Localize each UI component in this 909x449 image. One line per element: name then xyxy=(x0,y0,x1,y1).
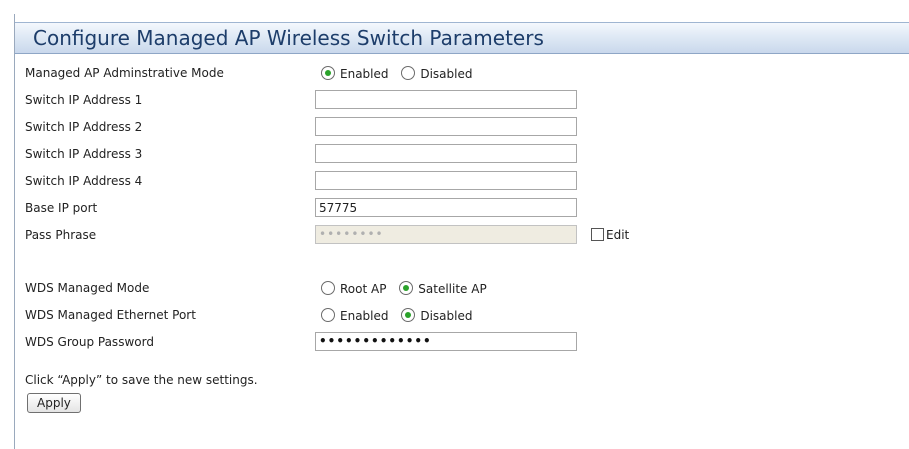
switch-ip-2-row: Switch IP Address 2 xyxy=(15,115,909,139)
switch-ip-3-input[interactable] xyxy=(315,144,577,163)
wds-group-password-label: WDS Group Password xyxy=(25,335,154,349)
wds-root-ap-radio[interactable] xyxy=(321,280,335,295)
base-ip-port-row: Base IP port xyxy=(15,196,909,220)
wds-ethernet-enabled-radio[interactable] xyxy=(321,307,335,322)
wds-group-password-input[interactable]: ••••••••••••• xyxy=(315,332,577,351)
page-header: Configure Managed AP Wireless Switch Par… xyxy=(15,22,909,54)
switch-ip-1-row: Switch IP Address 1 xyxy=(15,88,909,112)
switch-ip-4-row: Switch IP Address 4 xyxy=(15,169,909,193)
edit-checkbox[interactable] xyxy=(591,228,604,241)
wds-ethernet-disabled-radio[interactable] xyxy=(401,307,416,322)
admin-mode-disabled-radio[interactable] xyxy=(401,65,416,80)
wds-managed-mode-row: WDS Managed Mode Root AP Satellite AP xyxy=(15,276,909,300)
admin-mode-row: Managed AP Adminstrative Mode Enabled Di… xyxy=(15,61,909,85)
admin-mode-label: Managed AP Adminstrative Mode xyxy=(25,66,224,80)
pass-phrase-input[interactable]: •••••••• xyxy=(315,225,577,244)
wds-managed-mode-label: WDS Managed Mode xyxy=(25,281,150,295)
wds-ethernet-disabled-label[interactable]: Disabled xyxy=(420,304,472,328)
apply-button[interactable]: Apply xyxy=(27,393,81,413)
base-ip-port-input[interactable] xyxy=(315,198,577,217)
wds-ethernet-port-label: WDS Managed Ethernet Port xyxy=(25,308,196,322)
pass-phrase-label: Pass Phrase xyxy=(25,228,97,242)
pass-phrase-row: Pass Phrase •••••••• Edit xyxy=(15,223,909,247)
wds-ethernet-port-row: WDS Managed Ethernet Port Enabled Disabl… xyxy=(15,303,909,327)
switch-ip-2-label: Switch IP Address 2 xyxy=(25,120,143,134)
switch-ip-1-input[interactable] xyxy=(315,90,577,109)
switch-ip-2-input[interactable] xyxy=(315,117,577,136)
panel: Configure Managed AP Wireless Switch Par… xyxy=(14,14,909,449)
wds-ethernet-enabled-label[interactable]: Enabled xyxy=(340,304,389,328)
admin-mode-disabled-label[interactable]: Disabled xyxy=(420,62,472,86)
wds-group-password-row: WDS Group Password ••••••••••••• xyxy=(15,330,909,354)
edit-checkbox-label[interactable]: Edit xyxy=(606,228,629,242)
apply-instructions: Click “Apply” to save the new settings. xyxy=(25,373,258,387)
admin-mode-radio-group: Enabled Disabled xyxy=(321,61,481,86)
wds-ethernet-port-radio-group: Enabled Disabled xyxy=(321,303,481,328)
wds-managed-mode-radio-group: Root AP Satellite AP xyxy=(321,276,496,301)
base-ip-port-label: Base IP port xyxy=(25,201,98,215)
admin-mode-enabled-label[interactable]: Enabled xyxy=(340,62,389,86)
switch-ip-4-input[interactable] xyxy=(315,171,577,190)
switch-ip-4-label: Switch IP Address 4 xyxy=(25,174,143,188)
admin-mode-enabled-radio[interactable] xyxy=(321,65,335,80)
page-title: Configure Managed AP Wireless Switch Par… xyxy=(33,26,544,50)
pass-phrase-edit-toggle[interactable]: Edit xyxy=(591,223,629,247)
wds-root-ap-label[interactable]: Root AP xyxy=(340,277,386,301)
switch-ip-3-row: Switch IP Address 3 xyxy=(15,142,909,166)
wds-satellite-ap-label[interactable]: Satellite AP xyxy=(418,277,486,301)
switch-ip-3-label: Switch IP Address 3 xyxy=(25,147,143,161)
wds-satellite-ap-radio[interactable] xyxy=(399,280,414,295)
switch-ip-1-label: Switch IP Address 1 xyxy=(25,93,143,107)
